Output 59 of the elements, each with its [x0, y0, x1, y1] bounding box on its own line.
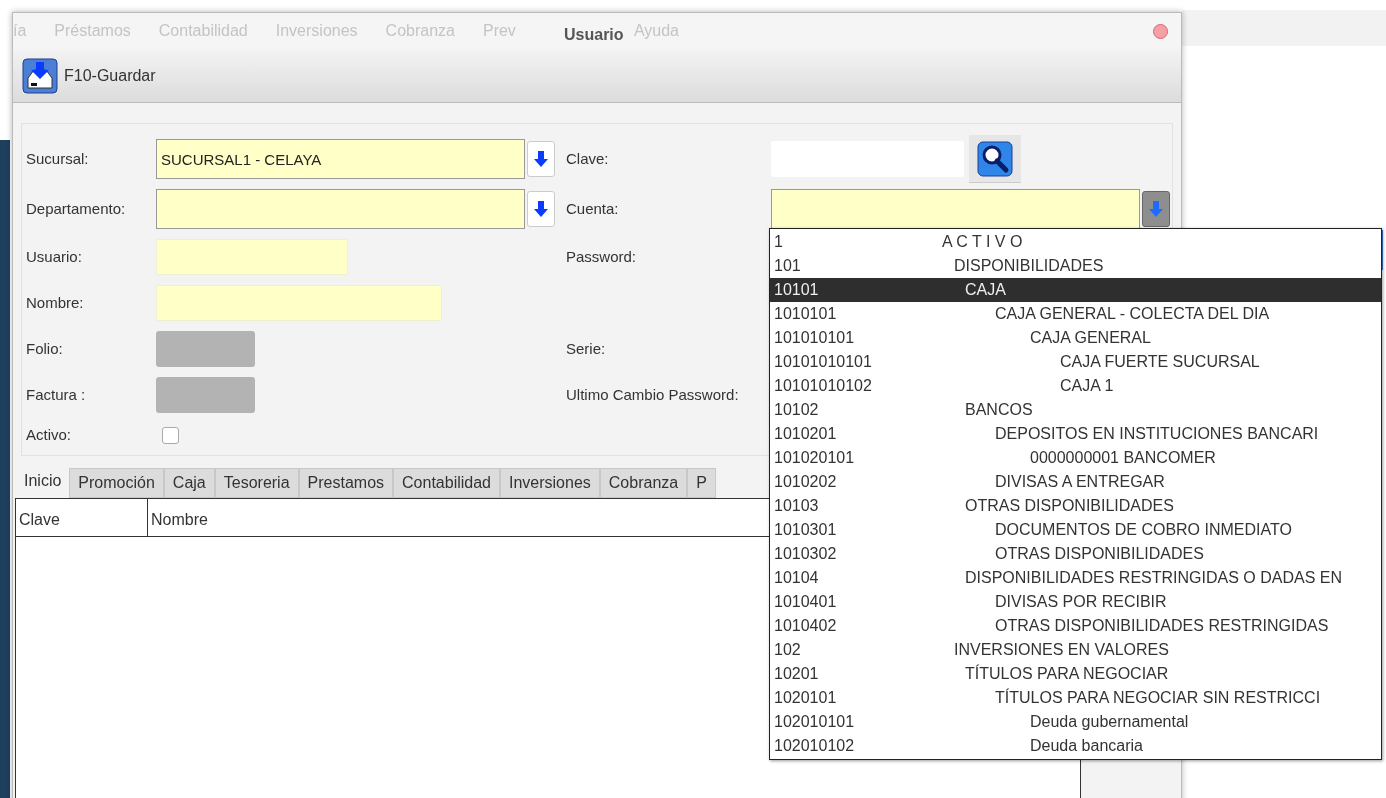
field-label: Folio: [26, 338, 64, 359]
dropdown-item[interactable]: 101010101 CAJA GENERAL [770, 326, 1381, 350]
field-label: Cuenta: [566, 198, 620, 219]
tab[interactable]: Tesoreria [214, 468, 299, 498]
dropdown-item[interactable]: 10102 BANCOS [770, 398, 1381, 422]
field-label: Nombre: [26, 292, 85, 313]
field-label: Password: [566, 246, 638, 267]
search-button[interactable] [969, 135, 1021, 183]
dropdown-item[interactable]: 102010102 Deuda bancaria [770, 734, 1381, 758]
field-label: Sucursal: [26, 148, 90, 169]
field-label: Clave: [566, 148, 610, 169]
search-icon [977, 140, 1013, 177]
text-field[interactable] [156, 285, 442, 321]
down-arrow-icon [1149, 200, 1163, 218]
dropdown-item[interactable]: 1010201 DEPOSITOS EN INSTITUCIONES BANCARI [770, 422, 1381, 446]
column-header: Clave [16, 499, 148, 536]
dropdown-item[interactable]: 101 DISPONIBILIDADES [770, 254, 1381, 278]
dropdown-item[interactable]: 1010301 DOCUMENTOS DE COBRO INMEDIATO [770, 518, 1381, 542]
field-label: Activo: [26, 424, 72, 445]
dropdown-item[interactable]: 10101010102 CAJA 1 [770, 374, 1381, 398]
dropdown-item[interactable]: 1010101 CAJA GENERAL - COLECTA DEL DIA [770, 302, 1381, 326]
close-button[interactable] [1153, 24, 1168, 39]
tab[interactable]: Cobranza [599, 468, 688, 498]
combo-field[interactable] [771, 189, 1140, 229]
tab[interactable]: P [687, 468, 716, 498]
combo-field[interactable] [156, 189, 525, 229]
dropdown-item[interactable]: 102 INVERSIONES EN VALORES [770, 638, 1381, 662]
field-label: Ultimo Cambio Password: [566, 384, 740, 405]
dropdown-item[interactable]: 1 A C T I V O [770, 230, 1381, 254]
dropdown-item[interactable]: 1010402 OTRAS DISPONIBILIDADES RESTRINGIDAS [770, 614, 1381, 638]
dropdown-item[interactable]: 10201 TÍTULOS PARA NEGOCIAR [770, 662, 1381, 686]
field-label: Usuario: [26, 246, 83, 267]
dropdown-item[interactable]: 10101 CAJA [770, 278, 1381, 302]
field-label: Departamento: [26, 198, 127, 219]
field-label: Serie: [566, 338, 607, 359]
dropdown-item[interactable]: 10101010101 CAJA FUERTE SUCURSAL [770, 350, 1381, 374]
save-button[interactable]: F10-Guardar [21, 55, 157, 96]
dropdown-item[interactable]: 1010302 OTRAS DISPONIBILIDADES [770, 542, 1381, 566]
text-field[interactable] [156, 239, 348, 275]
dropdown-item[interactable]: 101020101 0000000001 BANCOMER [770, 446, 1381, 470]
dropdown-item[interactable]: 1010401 DIVISAS POR RECIBIR [770, 590, 1381, 614]
dropdown-item[interactable]: 102010101 Deuda gubernamental [770, 710, 1381, 734]
dropdown-item[interactable]: 1010202 DIVISAS A ENTREGAR [770, 470, 1381, 494]
down-arrow-icon [534, 150, 548, 168]
window-title: Usuario [564, 25, 624, 45]
tab[interactable]: Caja [163, 468, 215, 498]
save-tray-icon [22, 57, 58, 94]
field-label: Factura : [26, 384, 87, 405]
dropdown-item[interactable]: 10103 OTRAS DISPONIBILIDADES [770, 494, 1381, 518]
dropdown-item[interactable]: 10104 DISPONIBILIDADES RESTRINGIDAS O DADAS EN [770, 566, 1381, 590]
down-arrow-icon [534, 200, 548, 218]
combo-field[interactable]: SUCURSAL1 - CELAYA [156, 139, 525, 179]
tab[interactable]: Promoción [69, 468, 164, 498]
tab[interactable]: Contabilidad [393, 468, 500, 498]
dropdown-item[interactable]: 1020101 TÍTULOS PARA NEGOCIAR SIN RESTRICCI [770, 686, 1381, 710]
tab[interactable]: Inversiones [500, 468, 600, 498]
column-header: Nombre [150, 510, 209, 530]
checkbox[interactable] [162, 426, 179, 444]
tab[interactable]: Prestamos [298, 468, 394, 498]
